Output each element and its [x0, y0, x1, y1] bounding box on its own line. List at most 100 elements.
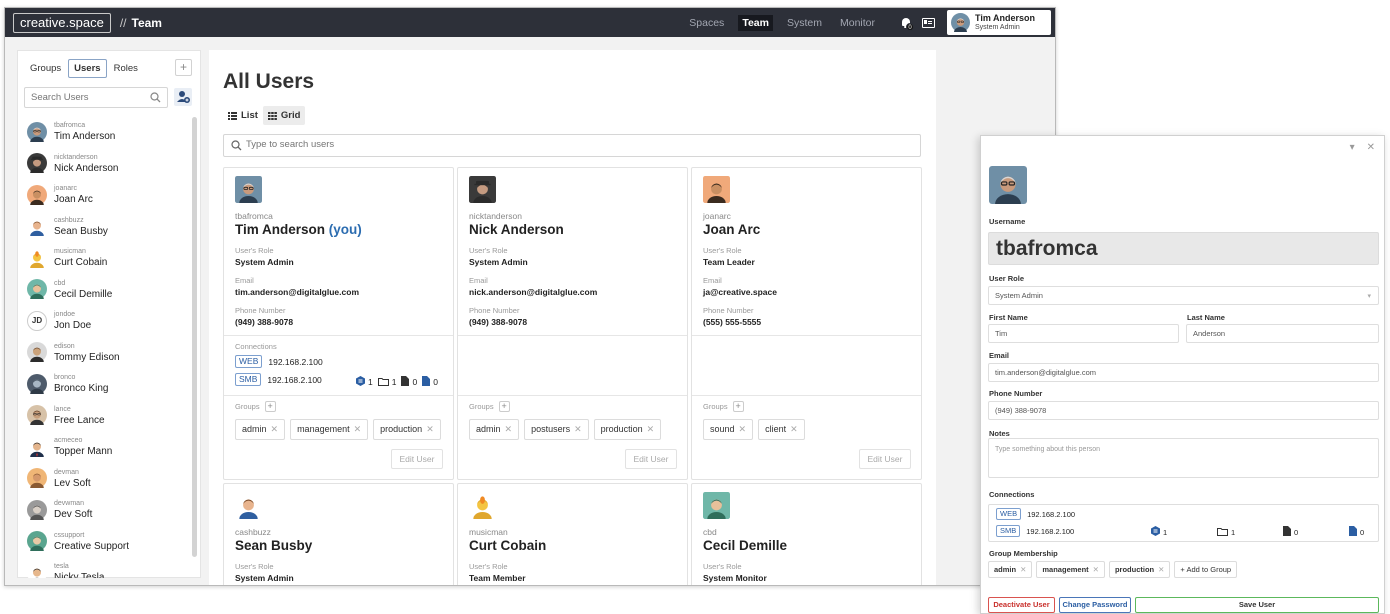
- close-icon[interactable]: ✕: [1020, 565, 1026, 574]
- close-icon[interactable]: ✕: [790, 424, 798, 434]
- tab-users[interactable]: Users: [68, 59, 107, 78]
- sidebar-item-user[interactable]: devman Lev Soft: [18, 463, 188, 495]
- deactivate-user-button[interactable]: Deactivate User: [988, 597, 1055, 613]
- email-field[interactable]: tim.anderson@digitalglue.com: [988, 363, 1379, 382]
- nav-system[interactable]: System: [783, 15, 826, 31]
- tab-groups[interactable]: Groups: [24, 59, 67, 78]
- user-search-input[interactable]: [31, 92, 151, 103]
- group-chips: admin ✕ management ✕ production ✕: [235, 419, 446, 440]
- sidebar-item-username: tbafromca: [54, 122, 86, 130]
- sidebar-item-text: jondoe Jon Doe: [54, 310, 91, 331]
- card-name: Tim Anderson (you): [235, 222, 362, 237]
- sidebar-item-username: cssupport: [54, 531, 85, 539]
- sidebar-item-text: tbafromca Tim Anderson: [54, 121, 115, 142]
- avatar[interactable]: [703, 176, 730, 211]
- sidebar-item-user[interactable]: lance Free Lance: [18, 400, 188, 432]
- edit-user-button[interactable]: Edit User: [859, 449, 911, 469]
- role-select[interactable]: System Admin ▾: [988, 286, 1379, 305]
- sidebar-item-user[interactable]: musicman Curt Cobain: [18, 242, 188, 274]
- edit-user-button[interactable]: Edit User: [625, 449, 677, 469]
- avatar[interactable]: [989, 166, 1027, 214]
- sidebar-item-user[interactable]: nicktanderson Nick Anderson: [18, 148, 188, 180]
- role-label: User's Role: [469, 562, 508, 571]
- current-user-menu[interactable]: Tim Anderson System Admin: [947, 10, 1051, 37]
- last-name-field[interactable]: Anderson: [1186, 324, 1379, 343]
- phone-value: (949) 388-9078: [469, 317, 528, 327]
- users-search-input[interactable]: [246, 139, 846, 150]
- avatar: [27, 468, 47, 494]
- id-card-icon[interactable]: [922, 17, 935, 28]
- search-icon[interactable]: [150, 92, 161, 103]
- first-name-field[interactable]: Tim: [988, 324, 1179, 343]
- connections-section: [692, 335, 921, 336]
- close-icon[interactable]: ✕: [1367, 142, 1375, 153]
- close-icon[interactable]: ✕: [505, 424, 513, 434]
- close-icon[interactable]: ✕: [354, 424, 362, 434]
- folder-icon: [1217, 527, 1228, 538]
- avatar[interactable]: [235, 176, 262, 211]
- sidebar-item-user[interactable]: tbafromca Tim Anderson: [18, 116, 188, 148]
- add-group-button[interactable]: +: [264, 401, 276, 412]
- connection-type[interactable]: SMB: [996, 525, 1021, 537]
- folder-count: 1: [391, 377, 397, 387]
- sidebar-item-user[interactable]: devwman Dev Soft: [18, 494, 188, 526]
- scrollbar[interactable]: [192, 117, 197, 557]
- sidebar-item-user[interactable]: acmeceo Topper Mann: [18, 431, 188, 463]
- sidebar-item-user[interactable]: bronco Bronco King: [18, 368, 188, 400]
- group-name: production: [600, 424, 643, 434]
- tab-roles[interactable]: Roles: [108, 59, 144, 78]
- sidebar-item-label: Lev Soft: [54, 477, 91, 489]
- close-icon[interactable]: ✕: [1093, 565, 1099, 574]
- grid-view-button[interactable]: Grid: [262, 106, 306, 125]
- file-icon: [401, 376, 410, 388]
- close-icon[interactable]: ✕: [426, 424, 434, 434]
- avatar[interactable]: [703, 492, 730, 527]
- close-icon[interactable]: ✕: [739, 424, 747, 434]
- sidebar-item-user[interactable]: edison Tommy Edison: [18, 337, 188, 369]
- phone-field[interactable]: (949) 388-9078: [988, 401, 1379, 420]
- close-icon[interactable]: ✕: [647, 424, 655, 434]
- email-label: Email: [989, 351, 1010, 360]
- avatar[interactable]: [469, 492, 496, 527]
- edit-user-button[interactable]: Edit User: [391, 449, 443, 469]
- list-view-button[interactable]: List: [223, 106, 263, 125]
- role-label: User's Role: [235, 562, 274, 571]
- bell-icon[interactable]: 0: [901, 17, 914, 31]
- nav-spaces[interactable]: Spaces: [685, 15, 728, 31]
- close-icon[interactable]: ✕: [1158, 565, 1164, 574]
- sidebar-item-label: Nick Anderson: [54, 162, 119, 174]
- avatar[interactable]: [235, 492, 262, 527]
- sidebar-item-user[interactable]: joanarc Joan Arc: [18, 179, 188, 211]
- username-field: tbafromca: [988, 232, 1379, 265]
- close-icon[interactable]: ✕: [271, 424, 279, 434]
- brand-logo[interactable]: creative.space: [13, 12, 111, 33]
- notes-textarea[interactable]: Type something about this person: [988, 438, 1379, 478]
- connection-type[interactable]: WEB: [235, 355, 263, 368]
- groups-section: [224, 395, 453, 396]
- app-window: creative.space // Team Spaces Team Syste…: [4, 7, 1056, 586]
- add-group-button[interactable]: +: [498, 401, 510, 412]
- nav-monitor[interactable]: Monitor: [836, 15, 879, 31]
- change-password-button[interactable]: Change Password: [1059, 597, 1131, 613]
- add-button[interactable]: +: [175, 59, 192, 76]
- avatar[interactable]: [469, 176, 496, 211]
- group-chip: admin ✕: [469, 419, 520, 440]
- sidebar-item-user[interactable]: cashbuzz Sean Busby: [18, 211, 188, 243]
- nav-team[interactable]: Team: [738, 14, 773, 31]
- connection-type[interactable]: SMB: [235, 373, 262, 386]
- sidebar-item-label: Free Lance: [54, 414, 105, 426]
- close-icon[interactable]: ✕: [574, 424, 582, 434]
- minimize-icon[interactable]: ▾: [1350, 142, 1355, 153]
- sidebar-item-username: edison: [54, 342, 75, 350]
- save-user-button[interactable]: Save User: [1135, 597, 1379, 613]
- connection-type[interactable]: WEB: [996, 508, 1022, 520]
- sidebar-item-user[interactable]: cbd Cecil Demille: [18, 274, 188, 306]
- sidebar-item-user[interactable]: cssupport Creative Support: [18, 526, 188, 558]
- add-user-button[interactable]: [174, 88, 192, 106]
- last-name-label: Last Name: [1187, 313, 1225, 322]
- sidebar-item-user[interactable]: JD jondoe Jon Doe: [18, 305, 188, 337]
- add-group-button[interactable]: +: [732, 401, 744, 412]
- group-chip: admin ✕: [235, 419, 286, 440]
- add-to-group-button[interactable]: + Add to Group: [1174, 561, 1238, 578]
- sidebar-item-user[interactable]: tesla Nicky Tesla: [18, 557, 188, 578]
